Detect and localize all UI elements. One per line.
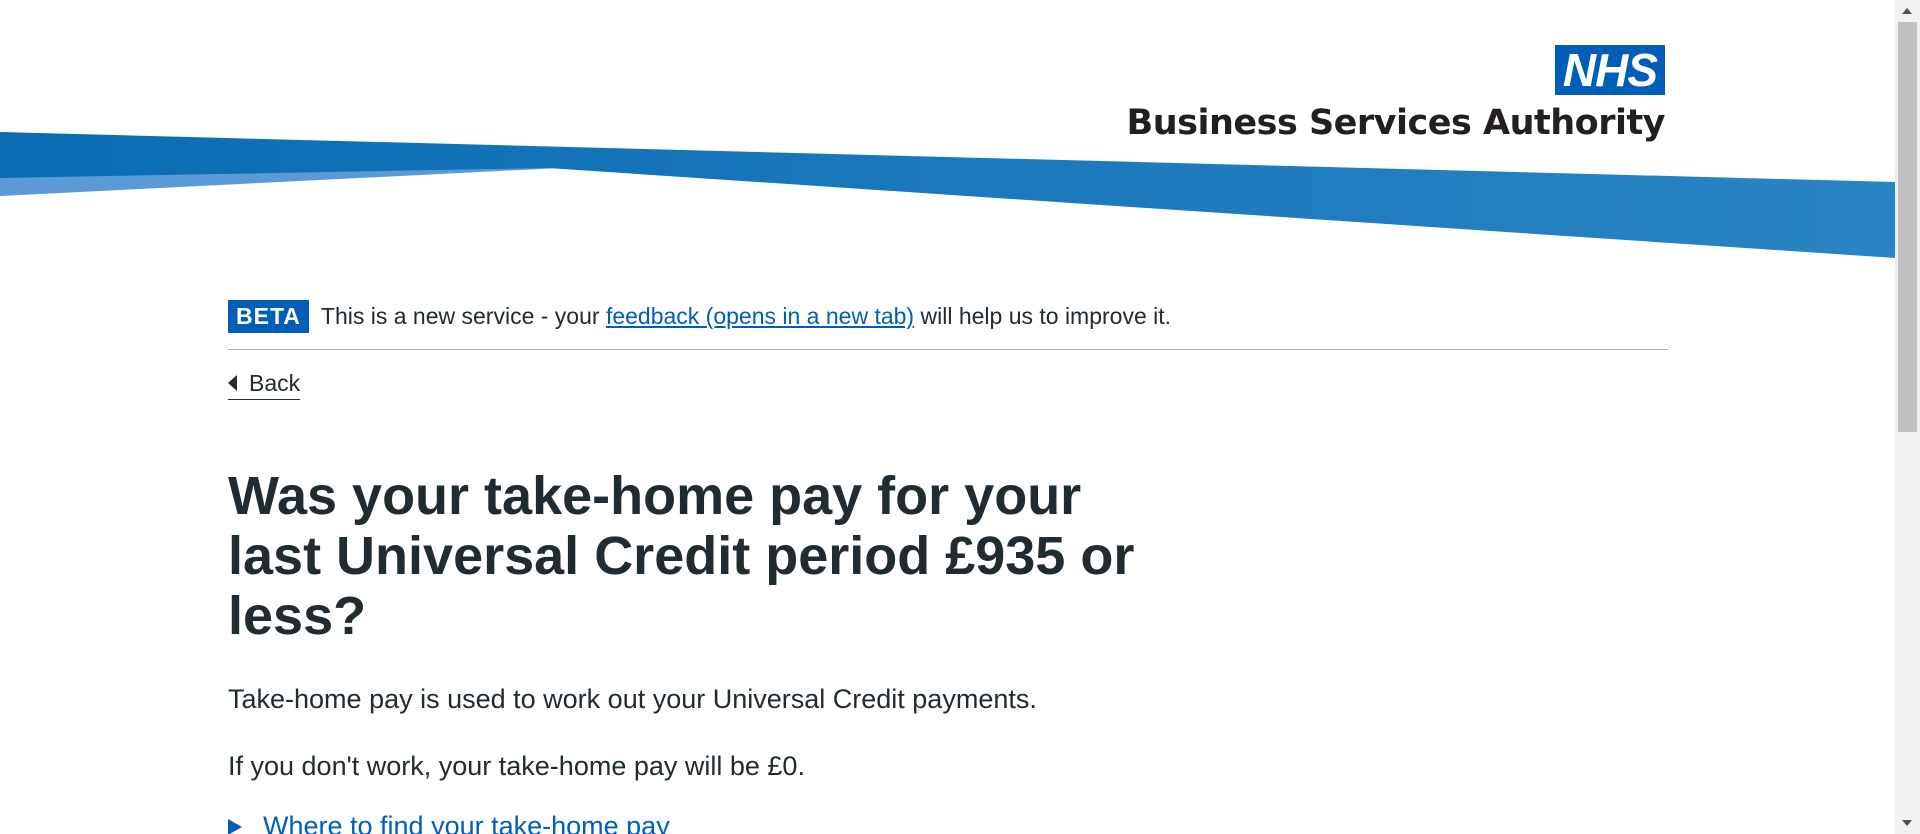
scroll-down-icon[interactable]: [1902, 820, 1912, 826]
main-container: BETA This is a new service - your feedba…: [228, 300, 1668, 834]
chevron-left-icon: [228, 375, 237, 391]
phase-text-after: will help us to improve it.: [914, 303, 1172, 329]
page: NHS Business Services Authority BETA Thi…: [0, 0, 1920, 834]
vertical-scrollbar[interactable]: [1895, 0, 1920, 834]
page-title: Was your take-home pay for your last Uni…: [228, 466, 1135, 646]
zero-pay-paragraph: If you don't work, your take-home pay wi…: [228, 751, 805, 781]
nhsbsa-logo[interactable]: NHS Business Services Authority: [1126, 45, 1666, 143]
phase-banner-text: This is a new service - your feedback (o…: [321, 303, 1171, 330]
feedback-link[interactable]: feedback (opens in a new tab): [606, 303, 914, 329]
swoosh-main-band: [0, 132, 1895, 258]
triangle-right-icon: [228, 818, 242, 834]
organisation-name: Business Services Authority: [1126, 103, 1666, 143]
beta-tag: BETA: [228, 300, 309, 333]
back-link[interactable]: Back: [228, 370, 301, 400]
take-home-pay-details[interactable]: Where to find your take-home pay: [228, 811, 1668, 834]
intro-paragraph: Take-home pay is used to work out your U…: [228, 684, 1037, 714]
scroll-up-icon[interactable]: [1902, 8, 1912, 14]
scrollbar-thumb[interactable]: [1898, 22, 1917, 432]
back-link-label: Back: [249, 370, 301, 396]
phase-banner: BETA This is a new service - your feedba…: [228, 300, 1668, 350]
details-summary[interactable]: Where to find your take-home pay: [263, 811, 670, 834]
site-header: NHS Business Services Authority: [0, 0, 1895, 262]
nhs-logo-mark: NHS: [1554, 45, 1665, 95]
phase-text-before: This is a new service - your: [320, 303, 606, 329]
